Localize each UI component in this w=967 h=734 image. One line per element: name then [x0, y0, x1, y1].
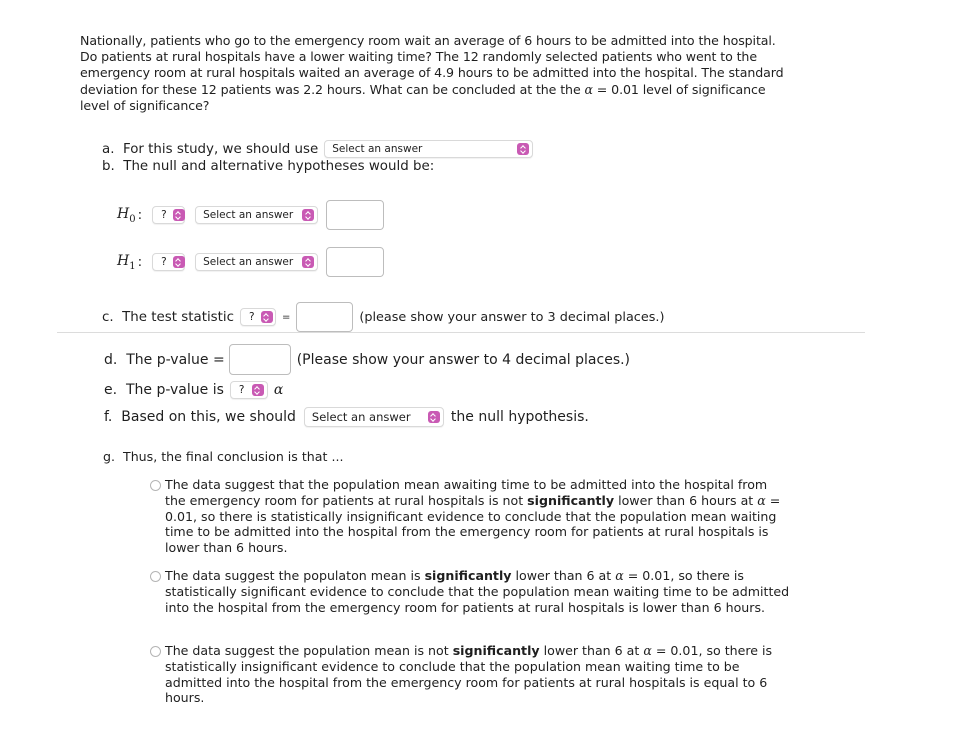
- option-text: The data suggest the populaton mean is s…: [165, 568, 790, 615]
- test-statistic-select[interactable]: ?: [239, 308, 276, 326]
- select-value: Select an answer: [332, 143, 423, 155]
- part-g: g. Thus, the final conclusion is that ..…: [103, 449, 343, 464]
- select-value: ?: [238, 384, 245, 396]
- test-statistic-input[interactable]: [296, 302, 354, 332]
- alternative-hypothesis-row: H1 : ? Select an answer: [117, 247, 385, 277]
- part-a-label: a. For this study, we should use: [102, 141, 319, 157]
- part-f-suffix: the null hypothesis.: [450, 409, 589, 425]
- part-b-label: b. The null and alternative hypotheses w…: [102, 159, 435, 174]
- select-value: Select an answer: [311, 410, 411, 424]
- alpha-symbol: α: [757, 492, 766, 508]
- part-c-label: c. The test statistic: [102, 309, 234, 325]
- chevron-updown-icon: [260, 311, 273, 323]
- select-value: Select an answer: [203, 209, 294, 221]
- select-value: ?: [161, 256, 167, 268]
- select-value: ?: [161, 209, 167, 221]
- part-d-label: d. The p-value =: [104, 351, 225, 368]
- part-c-hint: (please show your answer to 3 decimal pl…: [359, 309, 665, 325]
- h0-operator-select[interactable]: Select an answer: [195, 206, 319, 224]
- chevron-updown-icon: [302, 256, 315, 268]
- decision-select[interactable]: Select an answer: [303, 407, 444, 427]
- conclusion-option[interactable]: The data suggest the populaton mean is s…: [150, 568, 790, 615]
- h1-parameter-select[interactable]: ?: [152, 253, 186, 271]
- h0-colon: :: [137, 207, 143, 223]
- option-text: The data suggest that the population mea…: [165, 477, 781, 556]
- select-value: ?: [248, 311, 255, 323]
- equals-sign: =: [281, 311, 291, 323]
- chevron-updown-icon: [172, 209, 185, 221]
- alpha-symbol: α: [643, 643, 652, 658]
- h1-symbol: H1: [117, 252, 136, 272]
- part-b: b. The null and alternative hypotheses w…: [102, 159, 434, 174]
- alpha-symbol: α: [273, 382, 284, 398]
- part-c: c. The test statistic ? = (please show y…: [102, 302, 664, 332]
- h1-colon: :: [137, 254, 143, 270]
- alpha-symbol: α: [615, 568, 624, 583]
- option-text: The data suggest the population mean is …: [165, 643, 773, 706]
- part-f: f. Based on this, we should Select an an…: [104, 407, 589, 427]
- study-type-select[interactable]: Select an answer: [324, 140, 534, 158]
- p-value-input[interactable]: [228, 344, 291, 375]
- divider: [57, 332, 865, 333]
- radio-button[interactable]: [150, 480, 161, 491]
- h0-value-input[interactable]: [326, 200, 385, 230]
- chevron-updown-icon: [302, 209, 315, 221]
- conclusion-option[interactable]: The data suggest that the population mea…: [150, 477, 790, 556]
- conclusion-option[interactable]: The data suggest the population mean is …: [150, 643, 790, 706]
- h1-value-input[interactable]: [326, 247, 385, 277]
- part-e: e. The p-value is ? α: [104, 381, 283, 399]
- h1-operator-select[interactable]: Select an answer: [195, 253, 319, 271]
- h0-symbol: H0: [117, 205, 136, 225]
- chevron-updown-icon: [517, 143, 530, 155]
- chevron-updown-icon: [172, 256, 185, 268]
- null-hypothesis-row: H0 : ? Select an answer: [117, 200, 385, 230]
- part-a: a. For this study, we should use Select …: [102, 140, 534, 158]
- part-d-hint: (Please show your answer to 4 decimal pl…: [296, 351, 631, 368]
- radio-button[interactable]: [150, 646, 161, 657]
- part-d: d. The p-value = (Please show your answe…: [104, 344, 630, 375]
- p-value-comparison-select[interactable]: ?: [229, 381, 268, 399]
- question-text: Nationally, patients who go to the emerg…: [80, 33, 790, 114]
- chevron-updown-icon: [251, 384, 264, 396]
- alpha-symbol: α: [584, 81, 594, 97]
- h0-parameter-select[interactable]: ?: [152, 206, 186, 224]
- radio-button[interactable]: [150, 571, 161, 582]
- chevron-updown-icon: [427, 411, 440, 423]
- part-g-label: g. Thus, the final conclusion is that ..…: [103, 449, 344, 464]
- part-e-label: e. The p-value is: [104, 382, 224, 398]
- select-value: Select an answer: [203, 256, 294, 268]
- part-f-label: f. Based on this, we should: [104, 409, 296, 425]
